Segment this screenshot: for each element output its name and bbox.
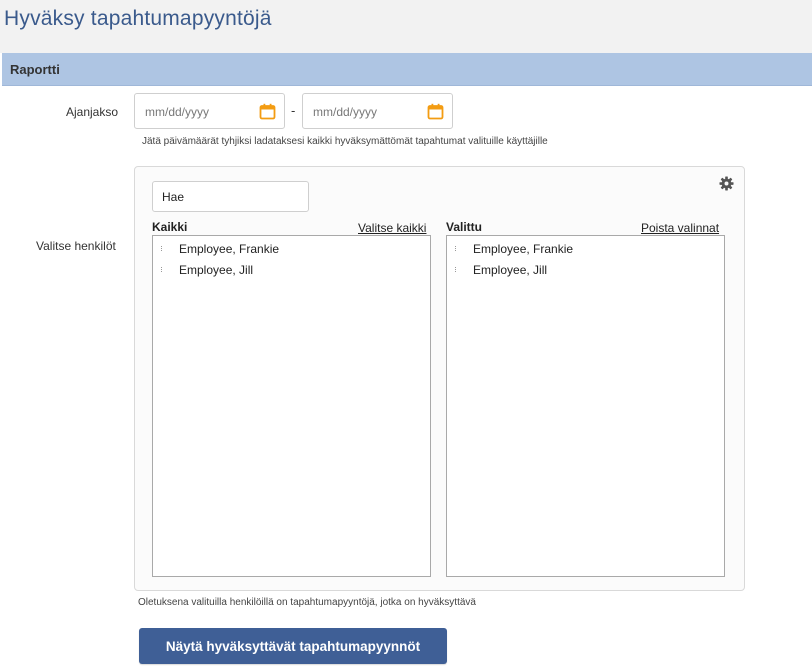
list-item-label: Employee, Frankie [473, 242, 574, 256]
people-hint: Oletuksena valituilla henkilöillä on tap… [138, 597, 476, 608]
list-item-label: Employee, Jill [473, 263, 548, 277]
end-date-placeholder: mm/dd/yyyy [313, 105, 378, 119]
end-date-input[interactable]: mm/dd/yyyy [302, 93, 453, 129]
period-hint: Jätä päivämäärät tyhjiksi ladataksesi ka… [142, 136, 548, 147]
selected-list-heading: Valittu [446, 220, 483, 234]
calendar-icon[interactable] [259, 103, 276, 120]
list-item-label: Employee, Jill [179, 263, 254, 277]
date-separator: - [291, 103, 296, 118]
list-item[interactable]: Employee, Jill [153, 260, 430, 280]
selected-people-list[interactable]: Employee, Frankie Employee, Jill [446, 235, 725, 577]
list-item[interactable]: Employee, Jill [447, 260, 724, 280]
start-date-placeholder: mm/dd/yyyy [145, 105, 210, 119]
dotted-bullet-icon [455, 267, 459, 272]
period-label: Ajanjakso [66, 105, 119, 119]
clear-selection-link[interactable]: Poista valinnat [641, 221, 719, 235]
all-list-heading: Kaikki [152, 220, 188, 234]
people-label: Valitse henkilöt [36, 239, 116, 253]
people-search-input[interactable] [152, 181, 309, 212]
show-pending-requests-button[interactable]: Näytä hyväksyttävät tapahtumapyynnöt [139, 628, 447, 664]
list-item[interactable]: Employee, Frankie [153, 239, 430, 259]
gear-icon[interactable] [719, 176, 734, 191]
start-date-input[interactable]: mm/dd/yyyy [134, 93, 285, 129]
section-header: Raportti [2, 53, 812, 86]
select-all-link[interactable]: Valitse kaikki [358, 221, 426, 235]
dotted-bullet-icon [161, 246, 165, 251]
page-title: Hyväksy tapahtumapyyntöjä [4, 7, 272, 30]
dotted-bullet-icon [455, 246, 459, 251]
section-title: Raportti [10, 62, 60, 77]
calendar-icon[interactable] [427, 103, 444, 120]
all-people-list[interactable]: Employee, Frankie Employee, Jill [152, 235, 431, 577]
list-item-label: Employee, Frankie [179, 242, 280, 256]
list-item[interactable]: Employee, Frankie [447, 239, 724, 259]
dotted-bullet-icon [161, 267, 165, 272]
